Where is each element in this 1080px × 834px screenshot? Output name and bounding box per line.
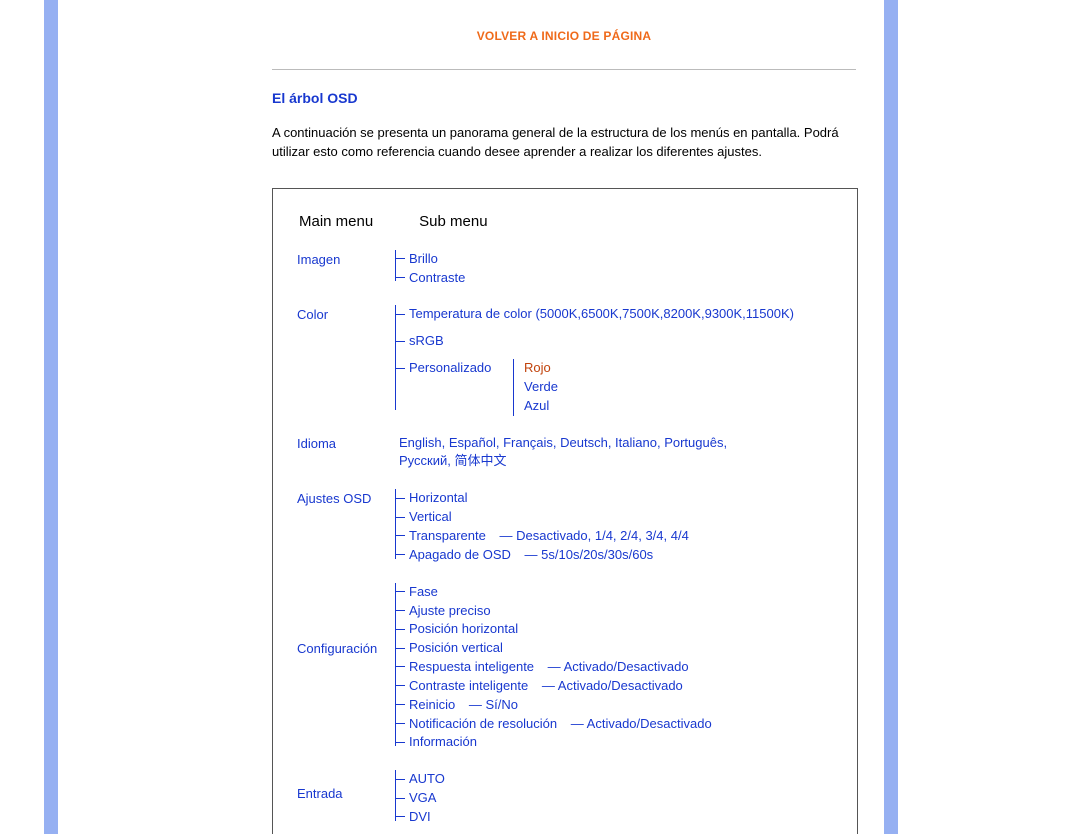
item-apagado: Apagado de OSD (409, 547, 511, 562)
submenu-ajustes-osd: Horizontal Vertical Transparente — Desac… (395, 489, 839, 564)
submenu-color: Temperatura de color (5000K,6500K,7500K,… (395, 305, 839, 415)
item-pos-horizontal: Posición horizontal (409, 620, 839, 639)
submenu-entrada: AUTO VGA DVI (395, 770, 839, 827)
item-ajuste-preciso: Ajuste preciso (409, 602, 839, 621)
menu-configuracion: Configuración (291, 583, 395, 656)
sub-menu-header: Sub menu (419, 213, 487, 230)
main-menu-header: Main menu (299, 213, 407, 230)
idioma-line2: Русский, 简体中文 (399, 453, 506, 468)
item-contraste-val: Activado/Desactivado (558, 678, 683, 693)
item-transparente: Transparente (409, 528, 486, 543)
osd-tree-panel: Main menu Sub menu Imagen Brillo Contras… (272, 188, 858, 834)
item-temperatura: Temperatura de color (5000K,6500K,7500K,… (409, 305, 839, 324)
submenu-imagen: Brillo Contraste (395, 250, 839, 288)
item-vga: VGA (409, 789, 839, 808)
content-area: VOLVER A INICIO DE PÁGINA El árbol OSD A… (272, 28, 856, 834)
item-contraste-row: Contraste inteligente — Activado/Desacti… (409, 677, 839, 696)
item-transparente-row: Transparente — Desactivado, 1/4, 2/4, 3/… (409, 527, 839, 546)
item-personalizado: Personalizado (409, 360, 491, 375)
item-horizontal: Horizontal (409, 489, 839, 508)
item-apagado-row: Apagado de OSD — 5s/10s/20s/30s/60s (409, 546, 839, 565)
menu-ajustes-osd: Ajustes OSD (291, 489, 395, 506)
item-reinicio-val: Sí/No (486, 697, 519, 712)
item-pos-vertical: Posición vertical (409, 639, 839, 658)
divider (272, 69, 856, 70)
item-notif-val: Activado/Desactivado (587, 716, 712, 731)
item-contraste-int: Contraste inteligente (409, 678, 528, 693)
rgb-block: Rojo Verde Azul (513, 359, 558, 416)
menu-entrada: Entrada (291, 770, 395, 801)
item-reinicio-row: Reinicio — Sí/No (409, 696, 839, 715)
item-personalizado-row: Personalizado Rojo Verde Azul (409, 359, 839, 416)
menu-idioma: Idioma (291, 434, 395, 451)
item-rojo: Rojo (524, 359, 558, 378)
item-respuesta-row: Respuesta inteligente — Activado/Desacti… (409, 658, 839, 677)
back-to-top-link[interactable]: VOLVER A INICIO DE PÁGINA (477, 29, 652, 43)
section-title: El árbol OSD (272, 90, 856, 106)
item-brillo: Brillo (409, 250, 839, 269)
item-verde: Verde (524, 378, 558, 397)
item-fase: Fase (409, 583, 839, 602)
decoration-right-rail (884, 0, 898, 834)
idioma-line1: English, Español, Français, Deutsch, Ita… (399, 435, 727, 450)
item-respuesta: Respuesta inteligente (409, 659, 534, 674)
submenu-configuracion: Fase Ajuste preciso Posición horizontal … (395, 583, 839, 753)
item-notif: Notificación de resolución (409, 716, 557, 731)
item-notif-row: Notificación de resolución — Activado/De… (409, 715, 839, 734)
item-dvi: DVI (409, 808, 839, 827)
item-apagado-vals: 5s/10s/20s/30s/60s (541, 547, 653, 562)
item-reinicio: Reinicio (409, 697, 455, 712)
intro-text: A continuación se presenta un panorama g… (272, 124, 856, 162)
item-informacion: Información (409, 733, 839, 752)
menu-headers: Main menu Sub menu (291, 213, 839, 230)
menu-imagen: Imagen (291, 250, 395, 267)
page: VOLVER A INICIO DE PÁGINA El árbol OSD A… (0, 0, 1080, 834)
item-azul: Azul (524, 397, 558, 416)
item-srgb: sRGB (409, 332, 839, 351)
item-respuesta-val: Activado/Desactivado (564, 659, 689, 674)
menu-color: Color (291, 305, 395, 322)
submenu-idioma: English, Español, Français, Deutsch, Ita… (395, 434, 839, 472)
decoration-left-rail (44, 0, 58, 834)
item-vertical: Vertical (409, 508, 839, 527)
item-contraste: Contraste (409, 269, 839, 288)
item-transparente-vals: Desactivado, 1/4, 2/4, 3/4, 4/4 (516, 528, 689, 543)
item-auto: AUTO (409, 770, 839, 789)
